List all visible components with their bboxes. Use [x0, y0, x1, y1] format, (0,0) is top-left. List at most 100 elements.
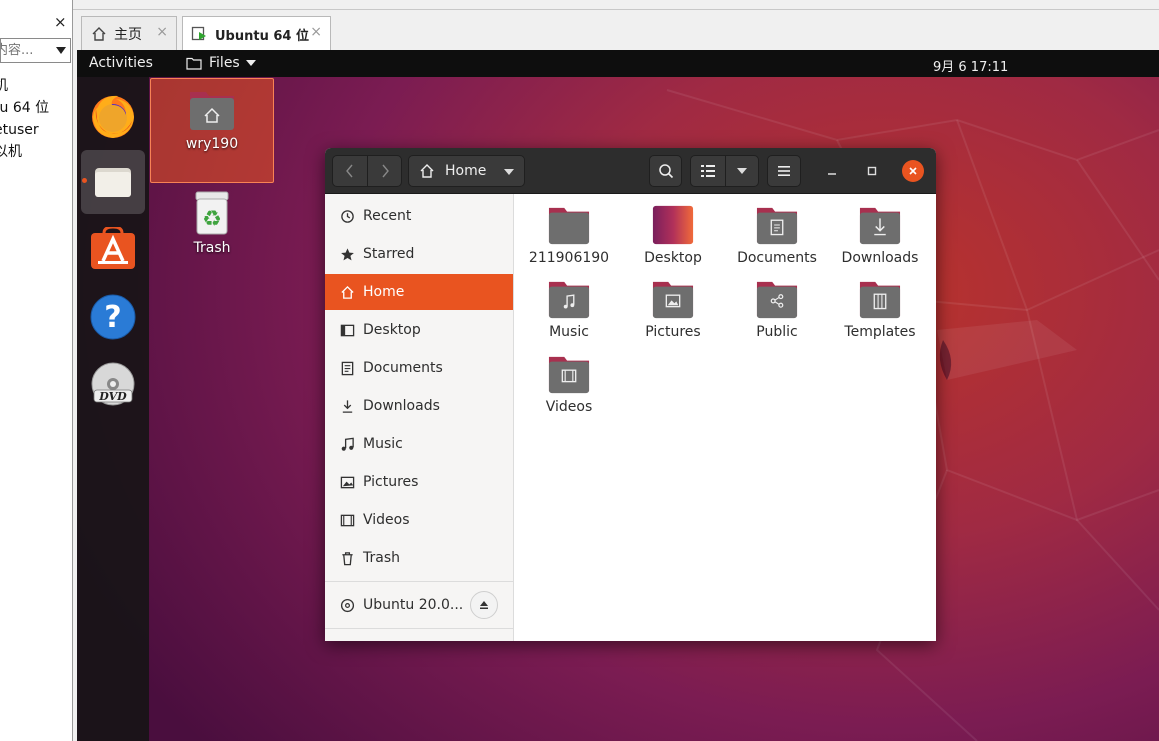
- firefox-icon: [92, 95, 134, 138]
- sidebar-item-ubuntu-disc[interactable]: Ubuntu 20.0...: [325, 587, 465, 623]
- library-item[interactable]: 机: [0, 75, 72, 97]
- sidebar-item-label: Trash: [363, 550, 400, 566]
- dock-software[interactable]: [81, 217, 145, 281]
- sidebar-item-trash[interactable]: Trash: [325, 540, 513, 576]
- sidebar-item-pictures[interactable]: Pictures: [325, 464, 513, 500]
- library-item[interactable]: 以机: [0, 141, 72, 163]
- library-search-field[interactable]: [0, 38, 71, 63]
- main-menu-button[interactable]: [767, 155, 801, 187]
- sidebar-item-label: Music: [363, 436, 403, 452]
- sidebar-item-documents[interactable]: Documents: [325, 350, 513, 386]
- close-icon[interactable]: ×: [310, 24, 322, 40]
- video-icon: [339, 512, 355, 528]
- maximize-icon: [867, 166, 877, 176]
- sidebar-item-label: Documents: [363, 360, 443, 376]
- close-icon[interactable]: ×: [156, 24, 168, 40]
- files-icon: [95, 168, 131, 197]
- vm-tab-strip: 主页 × Ubuntu 64 位 ×: [73, 0, 1159, 51]
- minimize-button[interactable]: [821, 160, 843, 182]
- chevron-right-icon: [381, 164, 389, 178]
- sidebar-item-label: Desktop: [363, 322, 421, 338]
- music-folder-icon: [548, 281, 590, 319]
- sidebar-item-label: Downloads: [363, 398, 440, 414]
- file-item-music[interactable]: Music: [517, 268, 621, 340]
- eject-button[interactable]: [470, 591, 498, 619]
- search-icon: [658, 164, 673, 179]
- library-tree: 机 tu 64 位 etuser 以机: [0, 75, 72, 163]
- sidebar-item-starred[interactable]: Starred: [325, 236, 513, 272]
- chevron-down-icon[interactable]: [56, 47, 66, 54]
- caret-down-icon: [245, 60, 256, 66]
- library-close-icon[interactable]: ×: [54, 13, 67, 31]
- document-icon: [339, 360, 355, 376]
- dock-firefox[interactable]: [81, 84, 145, 148]
- running-indicator: [82, 178, 87, 183]
- folder-icon: [186, 57, 202, 70]
- close-button[interactable]: [902, 160, 924, 182]
- maximize-button[interactable]: [861, 160, 883, 182]
- file-item-label: Templates: [844, 324, 916, 340]
- disc-icon: [339, 597, 355, 613]
- home-folder-icon: [190, 92, 234, 130]
- sidebar-item-videos[interactable]: Videos: [325, 502, 513, 538]
- sidebar-item-home[interactable]: Home: [325, 274, 513, 310]
- trash-icon: [339, 550, 355, 566]
- dvd-icon: DVD: [91, 362, 135, 406]
- sidebar-item-desktop[interactable]: Desktop: [325, 312, 513, 348]
- list-view-button[interactable]: [690, 155, 726, 187]
- home-icon: [339, 284, 355, 300]
- sidebar-item-downloads[interactable]: Downloads: [325, 388, 513, 424]
- chevron-left-icon: [346, 164, 353, 178]
- file-item-label: Downloads: [841, 250, 919, 266]
- file-item-label: 211906190: [528, 250, 610, 266]
- places-sidebar: Recent Starred Home Desktop Documents Do…: [325, 194, 514, 641]
- view-options-button[interactable]: [725, 155, 759, 187]
- star-icon: [339, 246, 355, 262]
- activities-button[interactable]: Activities: [89, 55, 153, 71]
- file-item-documents[interactable]: Documents: [725, 194, 829, 266]
- library-item[interactable]: tu 64 位: [0, 97, 72, 119]
- path-bar-home[interactable]: Home: [408, 155, 525, 187]
- sidebar-item-recent[interactable]: Recent: [325, 198, 513, 234]
- clock[interactable]: 9月 6 17:11: [933, 56, 1008, 75]
- software-icon: [91, 227, 135, 269]
- file-item-label: Public: [756, 324, 798, 340]
- ubuntu-desktop: Activities Files 9月 6 17:11 ? DVD wry190…: [77, 50, 1159, 741]
- file-item-desktop[interactable]: Desktop: [621, 194, 725, 266]
- app-menu-files[interactable]: Files: [186, 55, 256, 71]
- file-item-211906190[interactable]: 211906190: [517, 194, 621, 266]
- back-button[interactable]: [332, 155, 368, 187]
- file-item-label: Desktop: [644, 250, 702, 266]
- desktop-home-folder[interactable]: wry190: [150, 78, 274, 183]
- sidebar-item-music[interactable]: Music: [325, 426, 513, 462]
- tab-ubuntu-vm[interactable]: Ubuntu 64 位 ×: [182, 16, 331, 51]
- library-search-input[interactable]: [1, 39, 53, 62]
- file-item-pictures[interactable]: Pictures: [621, 268, 725, 340]
- divider: [325, 628, 513, 629]
- sidebar-item-label: Ubuntu 20.0...: [363, 597, 464, 613]
- file-item-label: Documents: [737, 250, 817, 266]
- tab-home[interactable]: 主页 ×: [81, 16, 177, 50]
- file-item-label: Pictures: [645, 324, 701, 340]
- file-item-public[interactable]: Public: [725, 268, 829, 340]
- caret-down-icon: [504, 169, 514, 175]
- template-folder-icon: [859, 281, 901, 319]
- help-icon: ?: [90, 294, 136, 340]
- desktop-trash[interactable]: ♻ Trash: [150, 190, 274, 270]
- path-label: Home: [445, 163, 487, 179]
- search-button[interactable]: [649, 155, 682, 187]
- dock-help[interactable]: ?: [81, 285, 145, 349]
- file-item-downloads[interactable]: Downloads: [828, 194, 932, 266]
- picture-folder-icon: [652, 281, 694, 319]
- dock-dvd[interactable]: DVD: [81, 353, 145, 417]
- eject-icon: [480, 601, 488, 609]
- home-icon: [90, 25, 108, 43]
- forward-button[interactable]: [367, 155, 402, 187]
- vm-running-icon: [191, 25, 209, 43]
- tab-label: 主页: [114, 26, 142, 43]
- library-item[interactable]: etuser: [0, 119, 72, 141]
- file-item-templates[interactable]: Templates: [828, 268, 932, 340]
- dock: ? DVD: [77, 77, 149, 741]
- file-item-videos[interactable]: Videos: [517, 343, 621, 415]
- dock-files[interactable]: [81, 150, 145, 214]
